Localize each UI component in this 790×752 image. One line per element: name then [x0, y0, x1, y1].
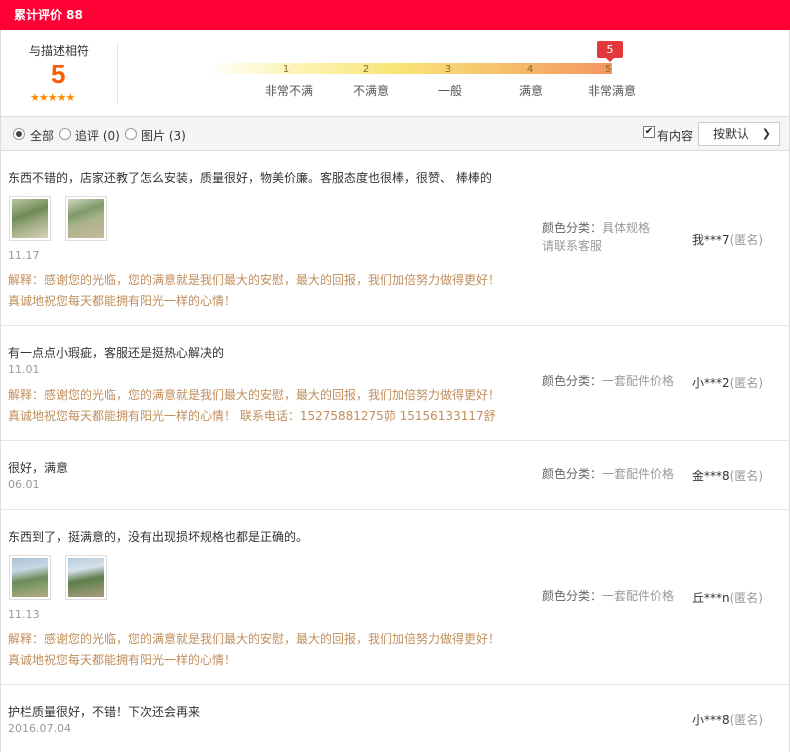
seller-reply: 解释：感谢您的光临，您的满意就是我们最大的安慰，最大的回报，我们加倍努力做得更好…	[8, 629, 500, 671]
seller-reply-line: 解释：感谢您的光临，您的满意就是我们最大的安慰，最大的回报，我们加倍努力做得更好…	[8, 632, 501, 646]
sku-value: 一套配件价格	[602, 589, 675, 603]
scale-tick: 1	[282, 64, 290, 75]
seller-reply-line: 解释：感谢您的光临，您的满意就是我们最大的安慰，最大的回报，我们加倍努力做得更好…	[8, 273, 501, 287]
review-date: 11.01	[8, 363, 40, 376]
review-date: 11.13	[8, 608, 40, 621]
has-content-checkbox[interactable]: ✔	[643, 126, 655, 138]
review-count-header: 累计评价 88	[0, 0, 790, 30]
reviewer-name: 我***7(匿名)	[692, 231, 763, 248]
rating-scale-bar	[206, 63, 612, 74]
review-photo-thumbnail[interactable]	[65, 555, 107, 600]
review-photo-thumbnail[interactable]	[65, 196, 107, 241]
filter-pictures-radio[interactable]	[125, 128, 137, 140]
filter-all-label[interactable]: 全部	[30, 127, 54, 144]
divider	[117, 42, 118, 104]
scale-tick: 5	[604, 64, 612, 75]
score-marker: 5	[597, 41, 623, 62]
sku-info: 颜色分类：具体规格请联系客服	[542, 219, 662, 255]
rating-summary: 与描述相符 5 ★★★★★ 5 1 2 3 4 5 非常不满 不满意 一般 满意…	[0, 30, 790, 116]
scale-tick: 4	[526, 64, 534, 75]
reviewer-nick: 我***7	[692, 233, 730, 247]
sort-label: 按默认	[713, 127, 750, 141]
anonymous-tag: (匿名)	[729, 713, 764, 727]
score-label: 与描述相符	[29, 44, 90, 58]
sku-label: 颜色分类：	[542, 374, 603, 388]
review-text: 很好，满意	[8, 461, 69, 475]
sku-info: 颜色分类：一套配件价格	[542, 465, 682, 483]
seller-reply: 解释：感谢您的光临，您的满意就是我们最大的安慰，最大的回报，我们加倍努力做得更好…	[8, 270, 500, 312]
sort-dropdown[interactable]: 按默认 ❯	[698, 122, 780, 146]
scale-level: 满意	[518, 84, 543, 98]
sku-value: 一套配件价格	[602, 374, 675, 388]
seller-reply: 解释：感谢您的光临，您的满意就是我们最大的安慰，最大的回报，我们加倍努力做得更好…	[8, 385, 500, 427]
scale-level: 非常满意	[587, 84, 636, 98]
review-item: 护栏质量很好，不错！下次还会再来 2016.07.04 小***8(匿名)	[0, 685, 790, 752]
scale-level: 不满意	[352, 84, 389, 98]
reviewer-nick: 小***8	[692, 713, 730, 727]
reviewer-name: 小***8(匿名)	[692, 711, 763, 728]
anonymous-tag: (匿名)	[729, 469, 764, 483]
review-item: 有一点点小瑕疵，客服还是挺热心解决的 11.01 解释：感谢您的光临，您的满意就…	[0, 326, 790, 441]
filter-followup-radio[interactable]	[59, 128, 71, 140]
reviewer-nick: 金***8	[692, 469, 730, 483]
review-date: 06.01	[8, 478, 40, 491]
has-content-label[interactable]: 有内容	[657, 127, 693, 144]
reviewer-name: 丘***n(匿名)	[692, 589, 763, 606]
seller-reply-line: 真诚地祝您每天都能拥有阳光一样的心情！	[8, 294, 237, 308]
review-date: 2016.07.04	[8, 722, 71, 735]
review-filter-bar: 全部 追评 (0) 图片 (3) ✔ 有内容 按默认 ❯	[0, 116, 790, 151]
sku-label: 颜色分类：	[542, 589, 603, 603]
seller-reply-line: 真诚地祝您每天都能拥有阳光一样的心情！ 联系电话：15275881275茆 15…	[8, 409, 496, 423]
anonymous-tag: (匿名)	[729, 233, 764, 247]
review-text: 护栏质量很好，不错！下次还会再来	[8, 705, 201, 719]
sku-info: 颜色分类：一套配件价格	[542, 587, 682, 605]
filter-followup-label[interactable]: 追评 (0)	[75, 127, 120, 144]
seller-reply-line: 真诚地祝您每天都能拥有阳光一样的心情！	[8, 653, 237, 667]
review-text: 有一点点小瑕疵，客服还是挺热心解决的	[8, 346, 225, 360]
seller-reply-line: 解释：感谢您的光临，您的满意就是我们最大的安慰，最大的回报，我们加倍努力做得更好…	[8, 388, 501, 402]
review-item: 很好，满意 06.01 颜色分类：一套配件价格 金***8(匿名)	[0, 441, 790, 510]
scale-tick: 2	[362, 64, 370, 75]
review-item: 东西不错的，店家还教了怎么安装，质量很好，物美价廉。客服态度也很棒，很赞、 棒棒…	[0, 151, 790, 326]
reviewer-name: 小***2(匿名)	[692, 374, 763, 391]
review-photo-thumbnail[interactable]	[9, 555, 51, 600]
scale-level: 一般	[437, 84, 462, 98]
filter-all-radio[interactable]	[13, 128, 25, 140]
reviewer-nick: 丘***n	[692, 591, 730, 605]
sku-value: 一套配件价格	[602, 467, 675, 481]
sku-info: 颜色分类：一套配件价格	[542, 372, 682, 390]
score-value: 5	[51, 59, 66, 89]
review-photo-thumbnail[interactable]	[9, 196, 51, 241]
star-rating-icon: ★★★★★	[30, 91, 75, 104]
review-date: 11.17	[8, 249, 40, 262]
sku-label: 颜色分类：	[542, 221, 603, 235]
review-text: 东西到了，挺满意的，没有出现损坏规格也都是正确的。	[8, 530, 309, 544]
reviewer-nick: 小***2	[692, 376, 730, 390]
review-item: 东西到了，挺满意的，没有出现损坏规格也都是正确的。 11.13 解释：感谢您的光…	[0, 510, 790, 685]
scale-tick: 3	[444, 64, 452, 75]
review-text: 东西不错的，店家还教了怎么安装，质量很好，物美价廉。客服态度也很棒，很赞、 棒棒…	[8, 171, 492, 185]
anonymous-tag: (匿名)	[729, 591, 763, 605]
reviewer-name: 金***8(匿名)	[692, 467, 763, 484]
chevron-down-icon: ❯	[761, 127, 771, 140]
scale-level: 非常不满	[264, 84, 313, 98]
sku-label: 颜色分类：	[542, 467, 603, 481]
anonymous-tag: (匿名)	[729, 376, 764, 390]
filter-pictures-label[interactable]: 图片 (3)	[141, 127, 186, 144]
